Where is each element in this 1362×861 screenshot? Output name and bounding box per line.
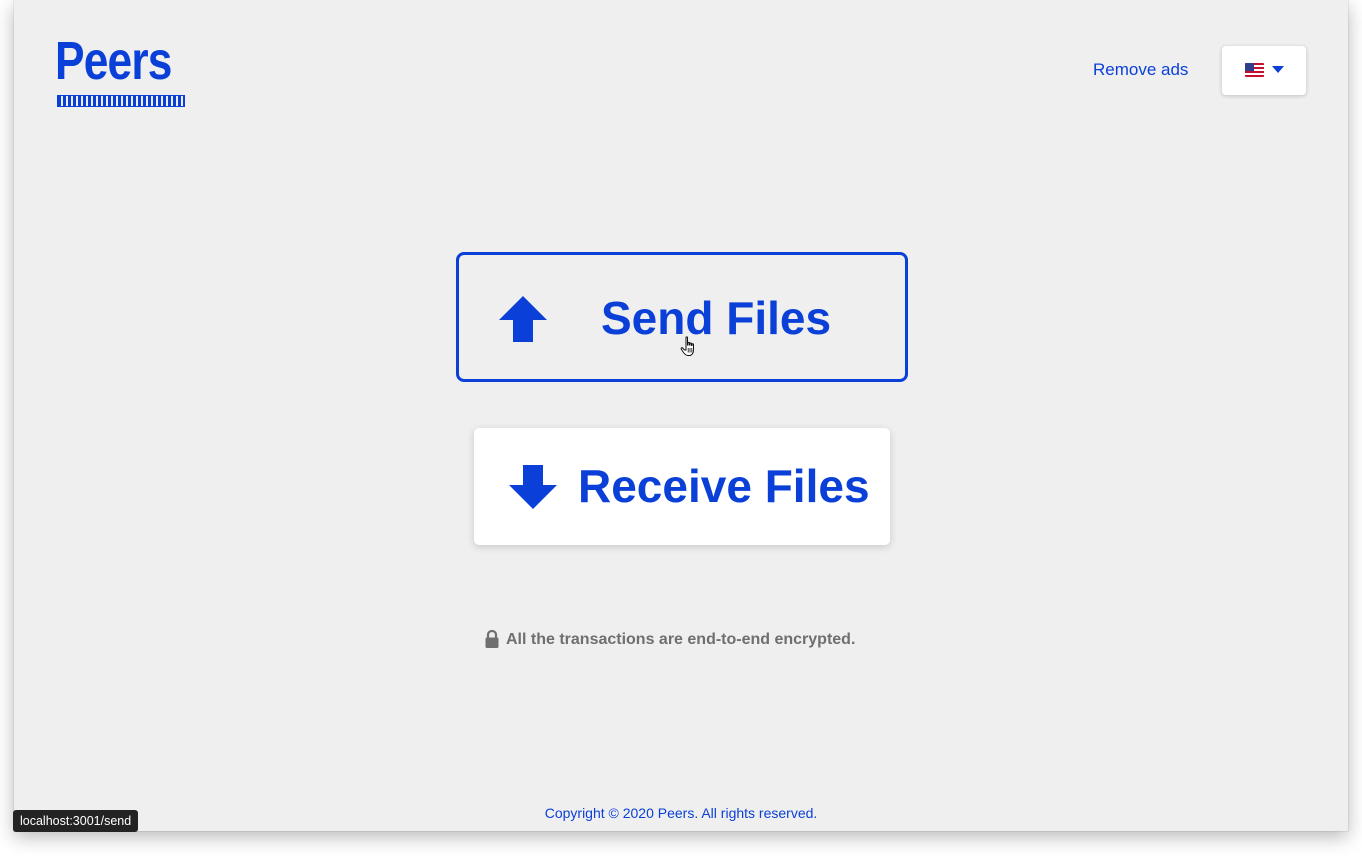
status-bar-url: localhost:3001/send [13, 810, 139, 832]
receive-files-button[interactable]: Receive Files [474, 428, 890, 545]
language-selector-button[interactable] [1222, 46, 1306, 95]
arrow-down-icon [509, 465, 557, 509]
arrow-up-icon [499, 296, 547, 342]
encryption-note: All the transactions are end-to-end encr… [484, 628, 855, 652]
app-window: Peers Remove ads Send Files Receive File… [14, 0, 1348, 831]
send-files-button[interactable]: Send Files [456, 252, 908, 382]
logo-barcode [57, 95, 185, 107]
copyright-footer: Copyright © 2020 Peers. All rights reser… [544, 805, 818, 821]
peers-logo[interactable]: Peers [55, 30, 186, 110]
us-flag-icon [1245, 63, 1264, 77]
caret-down-icon [1272, 66, 1284, 73]
receive-files-label: Receive Files [578, 460, 870, 512]
send-files-label: Send Files [601, 292, 832, 344]
hand-pointer-cursor-icon [680, 336, 694, 356]
lock-icon [485, 629, 499, 648]
logo-text: Peers [55, 31, 172, 91]
remove-ads-link[interactable]: Remove ads [1093, 60, 1188, 80]
encryption-note-text: All the transactions are end-to-end encr… [506, 631, 856, 648]
